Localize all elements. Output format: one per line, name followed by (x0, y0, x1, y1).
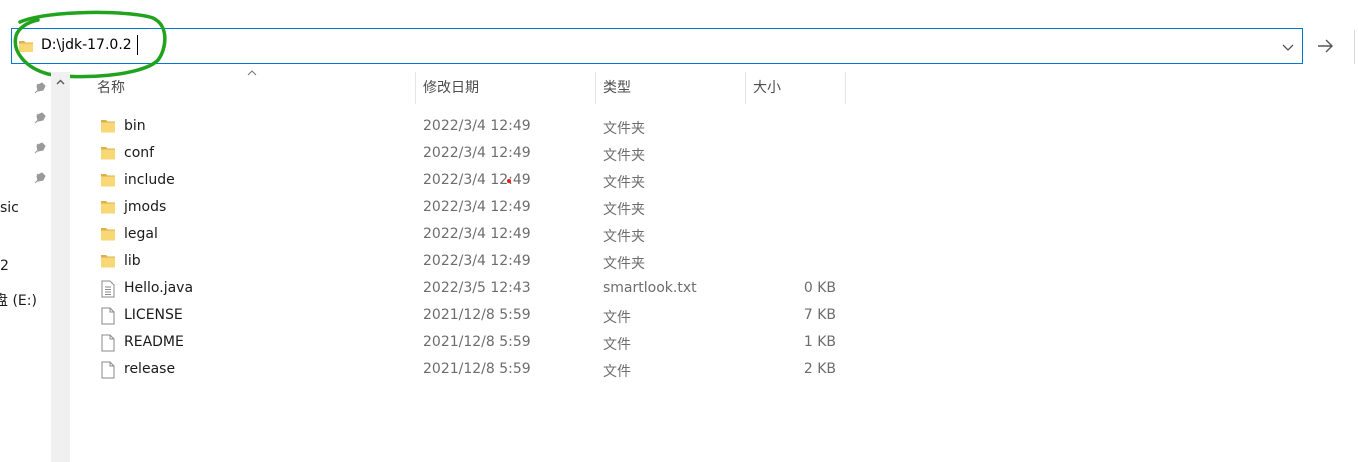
file-type: smartlook.txt (603, 280, 697, 296)
file-name: conf (124, 145, 155, 161)
file-type: 文件夹 (603, 256, 645, 272)
nav-scrollbar[interactable] (51, 72, 70, 462)
file-size: 2 KB (803, 361, 836, 377)
list-item[interactable]: legal 2022/3/4 12:49 文件夹 (96, 222, 856, 249)
file-size: 7 KB (803, 307, 836, 323)
list-item[interactable]: Hello.java 2022/3/5 12:43 smartlook.txt … (96, 276, 856, 303)
file-modified: 2021/12/8 5:59 (423, 307, 531, 323)
file-name: README (124, 334, 184, 350)
folder-icon (101, 228, 115, 241)
list-item[interactable]: conf 2022/3/4 12:49 文件夹 (96, 141, 856, 168)
file-modified: 2022/3/4 12:49 (423, 145, 531, 161)
nav-item-drive-e[interactable]: 盘 (E:) (0, 290, 37, 310)
list-item[interactable]: jmods 2022/3/4 12:49 文件夹 (96, 195, 856, 222)
file-name: release (124, 361, 176, 377)
folder-icon (101, 120, 115, 133)
arrow-right-icon[interactable] (1312, 30, 1338, 62)
scroll-up-icon[interactable] (56, 78, 65, 87)
file-type: 文件 (603, 337, 631, 353)
address-bar[interactable]: D:\jdk-17.0.2 (11, 28, 1303, 64)
file-type: 文件夹 (603, 229, 645, 245)
search-box[interactable] (1354, 30, 1358, 64)
file-modified: 2021/12/8 5:59 (423, 361, 531, 377)
file-modified: 2022/3/4 12:49 (423, 172, 531, 188)
list-item[interactable]: lib 2022/3/4 12:49 文件夹 (96, 249, 856, 276)
file-name: legal (124, 226, 158, 242)
column-header-name[interactable]: 名称 (89, 72, 415, 104)
column-header-type[interactable]: 类型 (595, 72, 745, 104)
text-file-icon (101, 280, 115, 298)
file-modified: 2022/3/4 12:49 (423, 253, 531, 269)
pin-icon[interactable] (32, 112, 46, 126)
nav-item-drive[interactable]: 2 (0, 258, 9, 274)
address-path[interactable]: D:\jdk-17.0.2 (41, 37, 132, 53)
folder-icon (101, 201, 115, 214)
list-item[interactable]: release 2021/12/8 5:59 文件 2 KB (96, 357, 856, 384)
column-header-modified[interactable]: 修改日期 (415, 72, 595, 104)
folder-icon (101, 174, 115, 187)
file-modified: 2022/3/4 12:49 (423, 199, 531, 215)
file-modified: 2022/3/5 12:43 (423, 280, 531, 296)
list-item[interactable]: README 2021/12/8 5:59 文件 1 KB (96, 330, 856, 357)
file-modified: 2021/12/8 5:59 (423, 334, 531, 350)
list-item[interactable]: LICENSE 2021/12/8 5:59 文件 7 KB (96, 303, 856, 330)
file-name: Hello.java (124, 280, 194, 296)
chevron-down-icon[interactable] (1278, 37, 1298, 57)
folder-icon (101, 147, 115, 160)
pin-icon[interactable] (32, 142, 46, 156)
text-caret (137, 35, 138, 55)
file-icon (101, 361, 115, 379)
file-type: 文件 (603, 364, 631, 380)
file-type: 文件 (603, 310, 631, 326)
file-name: lib (124, 253, 141, 269)
file-name: LICENSE (124, 307, 183, 323)
file-size: 1 KB (803, 334, 836, 350)
file-name: jmods (124, 199, 167, 215)
file-size: 0 KB (803, 280, 836, 296)
folder-icon (101, 255, 115, 268)
list-item[interactable]: include 2022/3/4 12:49 文件夹 (96, 168, 856, 195)
file-name: include (124, 172, 175, 188)
file-icon (101, 334, 115, 352)
column-header-size[interactable]: 大小 (745, 72, 845, 104)
file-modified: 2022/3/4 12:49 (423, 118, 531, 134)
file-name: bin (124, 118, 146, 134)
pin-icon[interactable] (32, 172, 46, 186)
file-type: 文件夹 (603, 175, 645, 191)
pin-icon[interactable] (32, 82, 46, 96)
folder-icon (19, 41, 33, 52)
list-item[interactable]: bin 2022/3/4 12:49 文件夹 (96, 114, 856, 141)
file-icon (101, 307, 115, 325)
nav-item-music[interactable]: sic (0, 200, 19, 216)
file-type: 文件夹 (603, 202, 645, 218)
cursor-dot (507, 179, 511, 183)
file-modified: 2022/3/4 12:49 (423, 226, 531, 242)
file-type: 文件夹 (603, 148, 645, 164)
file-type: 文件夹 (603, 121, 645, 137)
column-divider[interactable] (845, 72, 846, 104)
